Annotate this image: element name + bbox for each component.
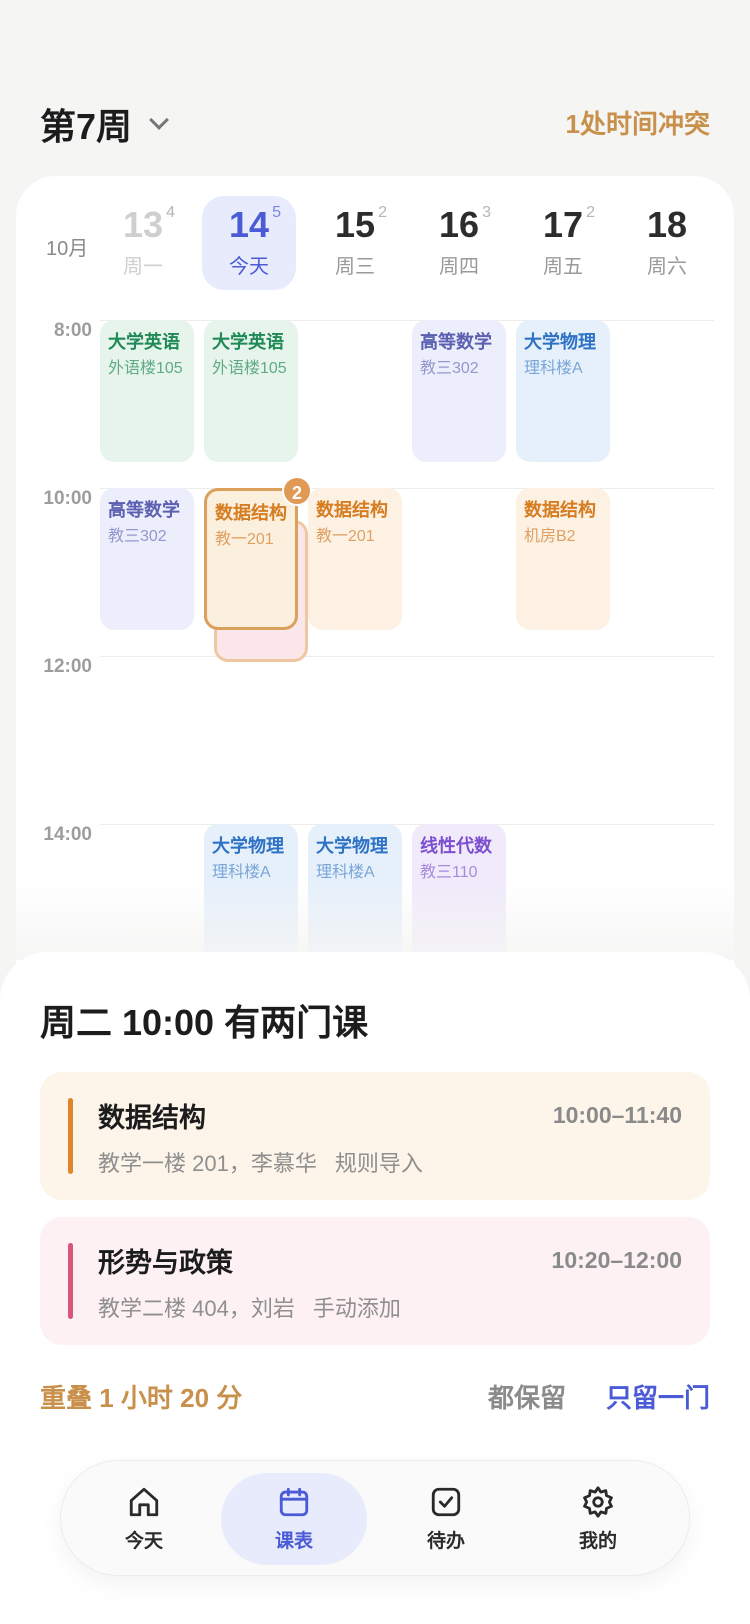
course-location: 理科楼A	[524, 360, 583, 377]
checkbox-icon	[431, 1487, 461, 1517]
month-label: 10月	[46, 238, 89, 260]
week-selector[interactable]: 第7周	[40, 98, 169, 150]
course-title: 高等数学	[108, 500, 180, 520]
grid-line	[100, 320, 714, 321]
course-color-bar	[68, 1243, 73, 1319]
day-number: 17 2	[542, 204, 596, 245]
course-block[interactable]: 大学物理 理科楼A	[516, 320, 610, 462]
week-title: 第7周	[40, 106, 133, 147]
keep-one-button[interactable]: 只留一门	[606, 1378, 710, 1415]
course-meta: 教学一楼 201，李慕华 规则导入	[98, 1146, 423, 1178]
course-title: 数据结构	[524, 500, 596, 520]
day-sat[interactable]: 18 周六	[620, 196, 714, 290]
home-icon	[129, 1487, 159, 1517]
course-title: 大学物理	[212, 836, 284, 856]
course-location: 外语楼105	[212, 360, 287, 377]
course-title: 大学英语	[212, 332, 284, 352]
course-block[interactable]: 高等数学 教三302	[100, 488, 194, 630]
course-place: 教学一楼 201，李慕华	[98, 1151, 317, 1176]
course-card[interactable]: 形势与政策 10:20–12:00 教学二楼 404，刘岩 手动添加	[40, 1217, 710, 1345]
course-title: 线性代数	[420, 836, 492, 856]
course-title: 大学物理	[316, 836, 388, 856]
course-block[interactable]: 大学英语 外语楼105	[204, 320, 298, 462]
tab-me[interactable]: 我的	[525, 1473, 671, 1565]
course-title: 高等数学	[420, 332, 492, 352]
gear-icon	[583, 1486, 613, 1518]
course-title: 大学物理	[524, 332, 596, 352]
course-title: 数据结构	[215, 503, 287, 523]
day-label: 今天	[229, 256, 269, 278]
course-time: 10:00–11:40	[552, 1102, 682, 1128]
grid-line	[100, 656, 714, 657]
day-number: 14 5	[228, 204, 282, 245]
day-number: 16 3	[438, 204, 492, 245]
day-label: 周一	[123, 256, 163, 278]
tab-label: 今天	[124, 1531, 163, 1552]
time-label: 8:00	[53, 320, 92, 341]
day-number: 13 4	[122, 204, 176, 245]
day-wed[interactable]: 15 2 周三	[308, 196, 402, 290]
conflict-course-block[interactable]: 数据结构 教一201	[204, 488, 298, 630]
day-number: 18	[646, 204, 688, 245]
time-label: 10:00	[43, 488, 92, 509]
course-place: 教学二楼 404，刘岩	[98, 1296, 295, 1321]
course-location: 教三302	[108, 528, 167, 545]
day-number: 15 2	[334, 204, 388, 245]
course-name: 形势与政策	[98, 1248, 233, 1278]
keep-all-button[interactable]: 都保留	[488, 1378, 566, 1415]
sheet-title: 周二 10:00 有两门课	[40, 1002, 369, 1043]
bottom-tab-bar: 今天 课表 待办 我的	[60, 1460, 690, 1576]
tab-today[interactable]: 今天	[71, 1473, 217, 1565]
course-card[interactable]: 数据结构 10:00–11:40 教学一楼 201，李慕华 规则导入	[40, 1072, 710, 1200]
course-block[interactable]: 数据结构 教一201	[308, 488, 402, 630]
course-name: 数据结构	[98, 1103, 206, 1133]
day-label: 周三	[335, 256, 375, 278]
course-source: 规则导入	[334, 1151, 423, 1176]
grid-line	[100, 824, 714, 825]
course-title: 数据结构	[316, 500, 388, 520]
day-label: 周六	[647, 256, 687, 278]
scroll-fade	[0, 880, 750, 960]
course-block[interactable]: 高等数学 教三302	[412, 320, 506, 462]
day-label: 周五	[543, 256, 583, 278]
day-today[interactable]: 14 5 今天	[202, 196, 296, 290]
course-location: 机房B2	[524, 528, 576, 545]
tab-label: 我的	[578, 1531, 617, 1552]
course-block[interactable]: 大学英语 外语楼105	[100, 320, 194, 462]
course-color-bar	[68, 1098, 73, 1174]
time-label: 14:00	[43, 824, 92, 845]
tab-label: 待办	[426, 1531, 465, 1552]
course-title: 大学英语	[108, 332, 180, 352]
course-location: 外语楼105	[108, 360, 183, 377]
tab-label: 课表	[274, 1531, 313, 1552]
calendar-icon	[279, 1487, 309, 1517]
overlap-duration: 重叠 1 小时 20 分	[40, 1383, 243, 1413]
chevron-down-icon	[149, 110, 169, 130]
tab-todo[interactable]: 待办	[373, 1473, 519, 1565]
course-time: 10:20–12:00	[551, 1247, 682, 1273]
tab-schedule[interactable]: 课表	[221, 1473, 367, 1565]
conflict-link[interactable]: 1处时间冲突	[566, 104, 710, 141]
time-label: 12:00	[43, 656, 92, 677]
course-location: 教三302	[420, 360, 479, 377]
course-location: 教一201	[316, 528, 375, 545]
course-location: 教一201	[215, 531, 274, 548]
day-label: 周四	[439, 256, 479, 278]
course-block[interactable]: 数据结构 机房B2	[516, 488, 610, 630]
grid-line	[100, 488, 714, 489]
course-source: 手动添加	[312, 1296, 401, 1321]
course-meta: 教学二楼 404，刘岩 手动添加	[98, 1291, 401, 1323]
day-fri[interactable]: 17 2 周五	[516, 196, 610, 290]
day-mon[interactable]: 13 4 周一	[96, 196, 190, 290]
day-thu[interactable]: 16 3 周四	[412, 196, 506, 290]
